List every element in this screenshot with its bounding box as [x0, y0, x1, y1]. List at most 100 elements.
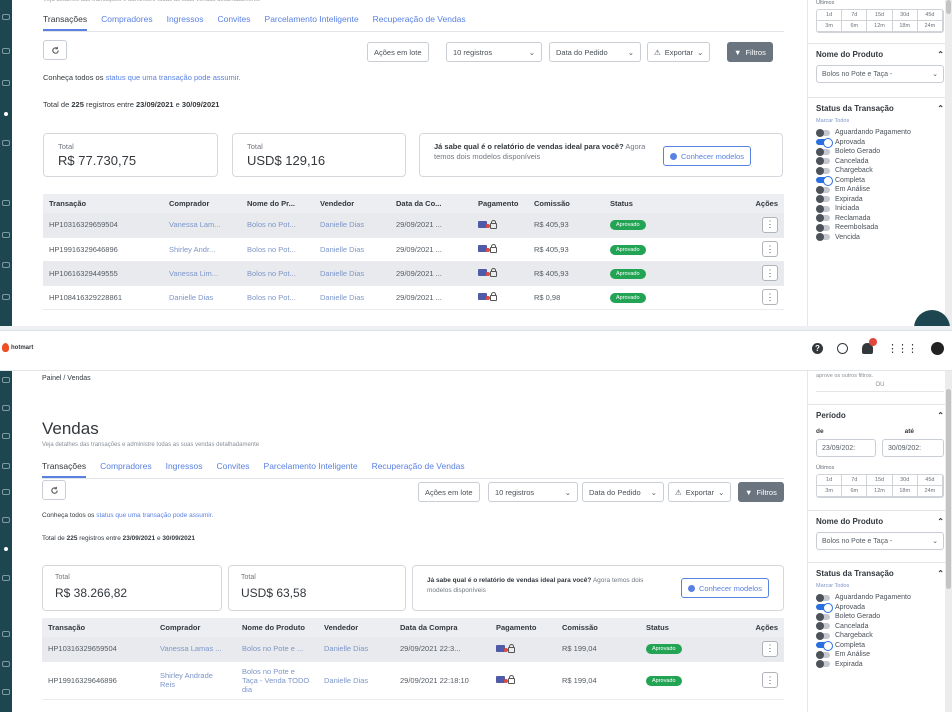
column-header[interactable]: Data da Co...: [390, 194, 472, 213]
tab-3[interactable]: Convites: [216, 457, 249, 478]
sidebar-icon[interactable]: [2, 14, 10, 20]
status-info-link[interactable]: status que uma transação pode assumir.: [106, 73, 241, 82]
table-row[interactable]: HP108416329228861 Danielle Dias Bolos no P…: [43, 285, 784, 310]
bulk-actions-button[interactable]: Ações em lote: [367, 42, 429, 62]
table-row[interactable]: HP10316329659504 Vanessa Lam... Bolos no P…: [43, 213, 784, 238]
discover-models-button[interactable]: Conhecer modelos: [663, 146, 751, 166]
toggle-switch[interactable]: [816, 195, 830, 204]
smile-icon[interactable]: [837, 343, 848, 354]
seller-cell[interactable]: Danielle Dias: [318, 661, 394, 700]
status-option[interactable]: Completa: [816, 641, 944, 652]
export-button[interactable]: ⚠ Exportar ⌄: [647, 42, 711, 62]
range-chip[interactable]: 24m: [917, 486, 943, 497]
toggle-switch[interactable]: [816, 622, 830, 631]
column-header[interactable]: Comprador: [163, 194, 241, 213]
range-chip[interactable]: 1d: [817, 10, 843, 21]
product-select[interactable]: Bolos no Pote e Taça - ⌄: [816, 532, 944, 550]
tab-4[interactable]: Parcelamento Inteligente: [265, 10, 359, 31]
status-option[interactable]: Aprovada: [816, 603, 944, 614]
sidebar-icon[interactable]: [2, 433, 10, 439]
toggle-switch[interactable]: [816, 176, 833, 187]
toggle-switch[interactable]: [816, 138, 833, 149]
mark-all-link[interactable]: Marcar Todos: [816, 118, 944, 124]
filters-button[interactable]: ▼ Filtros: [738, 482, 784, 502]
status-option[interactable]: Em Análise: [816, 185, 944, 195]
toggle-switch[interactable]: [816, 204, 830, 213]
transaction-id[interactable]: HP10316329659504: [43, 213, 163, 238]
sort-select[interactable]: Data do Pedido ⌄: [582, 482, 664, 502]
buyer-cell[interactable]: Vanessa Lamas ...: [154, 637, 236, 662]
sidebar-icon[interactable]: [2, 200, 10, 206]
sidebar-icon[interactable]: [2, 262, 10, 268]
table-row[interactable]: HP10316329659504 Vanessa Lamas ... Bolos n…: [42, 637, 784, 662]
chevron-up-icon[interactable]: ⌃: [937, 411, 944, 420]
column-header[interactable]: Data da Compra: [394, 618, 490, 637]
per-page-select[interactable]: 10 registros ⌄: [488, 482, 578, 502]
sort-select[interactable]: Data do Pedido ⌄: [549, 42, 641, 62]
sidebar-icon[interactable]: [2, 140, 10, 146]
toggle-switch[interactable]: [816, 603, 833, 614]
column-header[interactable]: Transação: [42, 618, 154, 637]
product-cell[interactable]: Bolos no Pot...: [241, 213, 314, 238]
range-chip[interactable]: 3m: [817, 21, 843, 32]
more-actions-button[interactable]: ⋮: [762, 265, 778, 281]
range-chip[interactable]: 1d: [817, 475, 843, 486]
tab-3[interactable]: Convites: [217, 10, 250, 31]
status-option[interactable]: Boleto Gerado: [816, 612, 944, 622]
seller-cell[interactable]: Danielle Dias: [314, 237, 390, 262]
tab-2[interactable]: Ingressos: [166, 457, 203, 478]
sidebar-icon[interactable]: [2, 575, 10, 581]
sidebar-icon[interactable]: [2, 294, 10, 300]
range-chip[interactable]: 30d: [892, 475, 918, 486]
scrollbar[interactable]: [945, 0, 952, 326]
range-chip[interactable]: 3m: [817, 486, 843, 497]
toggle-switch[interactable]: [816, 128, 830, 137]
sidebar-icon[interactable]: [2, 517, 10, 523]
column-header[interactable]: Comprador: [154, 618, 236, 637]
refresh-button[interactable]: [43, 40, 67, 60]
range-chip[interactable]: 12m: [867, 486, 893, 497]
seller-cell[interactable]: Danielle Dias: [314, 213, 390, 238]
chevron-up-icon[interactable]: ⌃: [937, 569, 944, 578]
notification-icon[interactable]: [862, 338, 877, 354]
range-chip[interactable]: 15d: [867, 10, 893, 21]
column-header[interactable]: Vendedor: [318, 618, 394, 637]
status-option[interactable]: Reembolsada: [816, 223, 944, 233]
range-chip[interactable]: 6m: [842, 486, 868, 497]
column-header[interactable]: Nome do Pr...: [241, 194, 314, 213]
mark-all-link[interactable]: Marcar Todos: [816, 583, 944, 589]
product-cell[interactable]: Bolos no Pote e ...: [236, 637, 318, 662]
column-header[interactable]: Transação: [43, 194, 163, 213]
status-option[interactable]: Aguardando Pagamento: [816, 128, 944, 138]
seller-cell[interactable]: Danielle Dias: [314, 261, 390, 286]
range-chip[interactable]: 45d: [917, 10, 943, 21]
transaction-id[interactable]: HP108416329228861: [43, 285, 163, 310]
sidebar-icon[interactable]: [2, 661, 10, 667]
status-info-link[interactable]: status que uma transação pode assumir.: [96, 512, 213, 519]
per-page-select[interactable]: 10 registros ⌄: [446, 42, 542, 62]
toggle-switch[interactable]: [816, 641, 833, 652]
more-actions-button[interactable]: ⋮: [762, 241, 778, 257]
status-option[interactable]: Cancelada: [816, 622, 944, 632]
toggle-switch[interactable]: [816, 593, 830, 602]
avatar[interactable]: [931, 342, 944, 355]
status-option[interactable]: Cancelada: [816, 157, 944, 167]
product-cell[interactable]: Bolos no Pote e Taça - Venda TODO dia: [236, 661, 318, 700]
product-cell[interactable]: Bolos no Pot...: [241, 237, 314, 262]
toggle-switch[interactable]: [816, 612, 830, 621]
column-header[interactable]: Ações: [704, 194, 784, 213]
buyer-cell[interactable]: Shirley Andrade Reis: [154, 661, 236, 700]
tab-1[interactable]: Compradores: [100, 457, 152, 478]
more-actions-button[interactable]: ⋮: [762, 216, 778, 233]
transaction-id[interactable]: HP19916329646896: [42, 661, 154, 700]
transaction-id[interactable]: HP10316329659504: [42, 637, 154, 662]
status-option[interactable]: Chargeback: [816, 631, 944, 641]
help-icon[interactable]: ?: [812, 343, 823, 354]
toggle-switch[interactable]: [816, 166, 830, 175]
status-option[interactable]: Vencida: [816, 233, 944, 243]
status-option[interactable]: Reclamada: [816, 214, 944, 224]
table-row[interactable]: HP19916329646896 Shirley Andr... Bolos no …: [43, 237, 784, 262]
sidebar-icon[interactable]: [2, 631, 10, 637]
transaction-id[interactable]: HP10616329449555: [43, 261, 163, 286]
range-chip[interactable]: 30d: [892, 10, 918, 21]
